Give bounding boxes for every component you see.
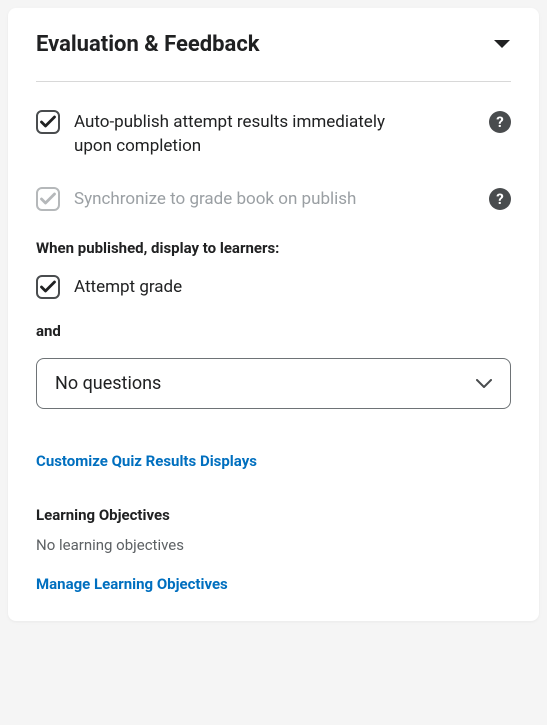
checkmark-icon [40,115,56,129]
help-icon[interactable]: ? [489,188,511,210]
panel-title: Evaluation & Feedback [36,32,260,57]
auto-publish-checkbox[interactable] [36,110,60,134]
conjunction-text: and [36,322,511,340]
learning-objectives-heading: Learning Objectives [36,506,511,524]
checkmark-icon [40,192,56,206]
panel-header[interactable]: Evaluation & Feedback [36,32,511,82]
chevron-down-icon [476,379,492,389]
manage-objectives-link[interactable]: Manage Learning Objectives [36,575,228,593]
sync-gradebook-label: Synchronize to grade book on publish [74,187,356,212]
customize-displays-link[interactable]: Customize Quiz Results Displays [36,452,257,470]
attempt-grade-checkbox[interactable] [36,275,60,299]
attempt-grade-row: Attempt grade [36,275,511,300]
sync-gradebook-row: Synchronize to grade book on publish ? [36,187,511,212]
auto-publish-label: Auto-publish attempt results immediately… [74,110,404,159]
display-section-heading: When published, display to learners: [36,239,511,257]
collapse-caret-icon [493,39,511,51]
attempt-grade-label: Attempt grade [74,275,182,300]
dropdown-value: No questions [55,373,161,394]
learning-objectives-empty: No learning objectives [36,536,511,554]
auto-publish-row: Auto-publish attempt results immediately… [36,110,511,159]
sync-gradebook-checkbox [36,187,60,211]
questions-display-dropdown[interactable]: No questions [36,358,511,409]
checkmark-icon [40,280,56,294]
help-icon[interactable]: ? [489,111,511,133]
evaluation-feedback-panel: Evaluation & Feedback Auto-publish attem… [8,8,539,621]
